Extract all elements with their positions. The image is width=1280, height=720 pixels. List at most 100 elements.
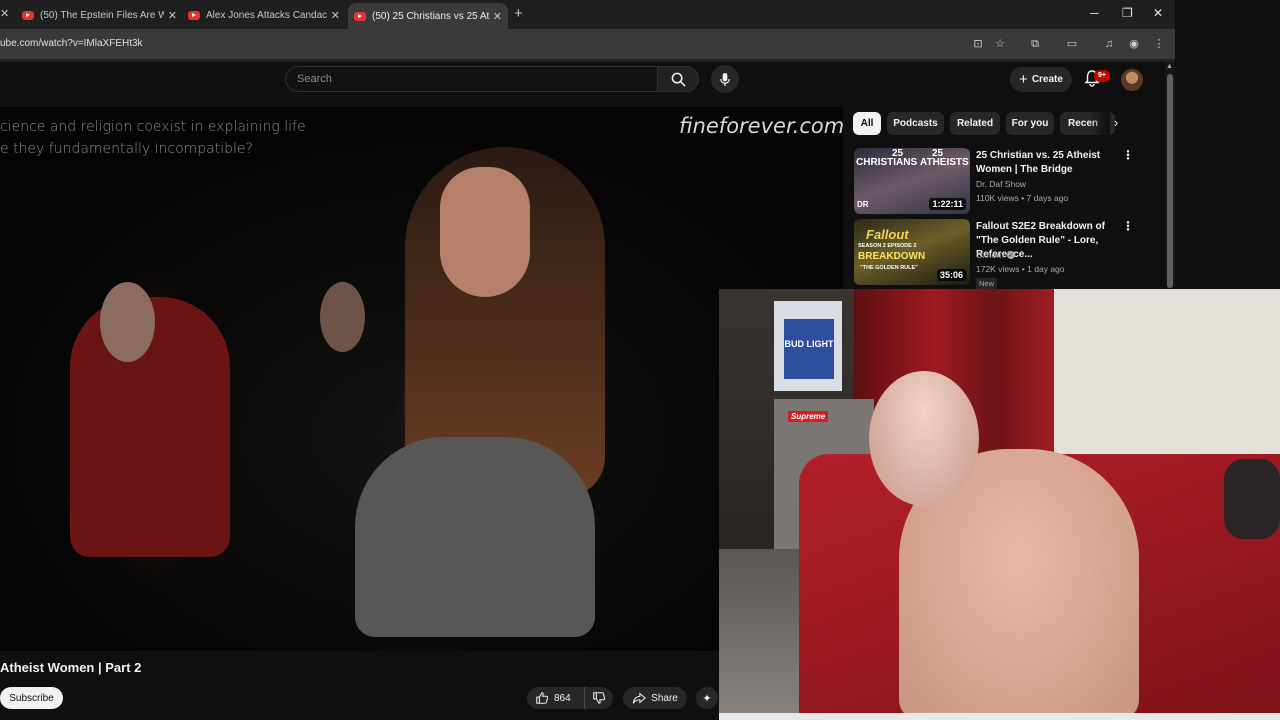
youtube-favicon-icon: [22, 10, 34, 20]
verified-check-icon: ✓: [1006, 251, 1015, 259]
tab-title: (50) 25 Christians vs 25 Atheist: [372, 10, 489, 22]
search-input[interactable]: Search: [285, 66, 658, 92]
new-badge: New: [976, 278, 998, 289]
chevron-right-icon[interactable]: ›: [1107, 113, 1125, 133]
webcam-beer-box-label: BUD LIGHT: [784, 319, 834, 379]
minimize-icon[interactable]: ─: [1090, 6, 1099, 20]
thumbnail-text: SEASON 2 EPISODE 2: [858, 243, 917, 249]
video-watermark: fineforever.com: [679, 114, 843, 138]
subscribe-button[interactable]: Subscribe: [0, 687, 63, 709]
webcam-bottom-edge: [719, 713, 1280, 720]
tab-close-icon[interactable]: ✕: [493, 10, 502, 23]
recommendation-channel[interactable]: Dr. Daf Show: [976, 179, 1026, 189]
scroll-up-arrow-icon[interactable]: ▲: [1166, 63, 1173, 70]
youtube-favicon-icon: [354, 11, 366, 21]
share-button[interactable]: Share: [623, 687, 687, 709]
like-dislike-group: 864: [527, 687, 613, 709]
plus-icon: +: [1019, 71, 1028, 88]
scrollbar-thumb[interactable]: [1167, 74, 1173, 288]
voice-search-button[interactable]: [711, 65, 739, 93]
more-options-kebab-icon[interactable]: ⋮: [1122, 219, 1134, 233]
recommendation-meta: 110K views • 7 days ago: [976, 193, 1069, 203]
video-player[interactable]: cience and religion coexist in explainin…: [0, 107, 843, 651]
box-label-text: BUD LIGHT: [784, 339, 834, 349]
tab-epstein-files[interactable]: (50) The Epstein Files Are Way ✕: [22, 4, 177, 26]
media-controls-icon[interactable]: ♫: [1102, 37, 1116, 51]
sparkle-icon: ✦: [702, 692, 712, 705]
sidebar-filter-chips: All Podcasts Related For you Recen: [853, 112, 1125, 135]
recommendation-meta: 172K views • 1 day ago: [976, 264, 1065, 274]
thumbnail-text: 25: [932, 148, 944, 159]
extensions-icon[interactable]: ⧉: [1028, 37, 1042, 51]
notification-badge: 9+: [1094, 70, 1110, 82]
webcam-overlay: BUD LIGHT Supreme: [719, 289, 1280, 720]
search-button[interactable]: [657, 66, 699, 92]
recommendation-item[interactable]: Fallout SEASON 2 EPISODE 2 BREAKDOWN "TH…: [854, 219, 1139, 289]
account-avatar[interactable]: [1121, 69, 1143, 91]
sticker-text: Supreme: [788, 411, 829, 422]
side-panel-icon[interactable]: ▭: [1065, 37, 1079, 51]
speaker-face: [440, 167, 530, 297]
address-bar: ube.com/watch?v=IMlaXFEHt3k ⊡ ☆ ⧉ ▭ ♫ ◉ …: [0, 29, 1175, 59]
chip-related[interactable]: Related: [950, 112, 1000, 135]
youtube-favicon-icon: [188, 10, 200, 20]
thumbs-up-icon: [536, 692, 549, 704]
recommendation-title[interactable]: 25 Christian vs. 25 Atheist Women | The …: [976, 149, 1122, 177]
video-duration: 1:22:11: [929, 198, 966, 210]
webcam-pillow: [1224, 459, 1280, 539]
tab-close-icon[interactable]: ✕: [331, 9, 340, 22]
channel-logo-text: DR: [857, 200, 869, 209]
menu-kebab-icon[interactable]: ⋮: [1152, 37, 1166, 51]
new-tab-icon[interactable]: +: [514, 5, 523, 22]
restore-icon[interactable]: ❐: [1122, 6, 1133, 20]
channel-name: Oxhorn: [976, 250, 1004, 260]
like-count: 864: [554, 692, 571, 704]
like-button[interactable]: 864: [527, 687, 585, 709]
create-label: Create: [1031, 74, 1063, 85]
chip-podcasts[interactable]: Podcasts: [887, 112, 944, 135]
question-line-1: cience and religion coexist in explainin…: [0, 119, 306, 135]
chip-all[interactable]: All: [853, 112, 881, 135]
install-app-icon[interactable]: ⊡: [971, 37, 985, 51]
tab-title: Alex Jones Attacks Candace Ow: [206, 9, 327, 21]
create-button[interactable]: + Create: [1010, 67, 1072, 92]
close-window-icon[interactable]: ✕: [1153, 6, 1163, 20]
webcam-wall: [1049, 289, 1280, 469]
browser-tab-bar: ✕ (50) The Epstein Files Are Way ✕ Alex …: [0, 0, 1175, 29]
tab-christians-vs-atheists[interactable]: (50) 25 Christians vs 25 Atheist ✕: [348, 3, 508, 29]
webcam-person-head: [869, 371, 979, 506]
profile-icon[interactable]: ◉: [1127, 37, 1141, 51]
thumbnail-text: BREAKDOWN: [858, 251, 926, 262]
tab-close-icon[interactable]: ✕: [168, 9, 177, 22]
thumbnail-text: Fallout: [866, 227, 909, 242]
video-duration: 35:06: [936, 269, 966, 281]
tab-close-icon[interactable]: ✕: [0, 7, 9, 20]
thumbs-down-icon: [593, 692, 606, 704]
speaker-shirt: [355, 437, 595, 637]
audience-member-head: [320, 282, 365, 352]
tab-alex-jones[interactable]: Alex Jones Attacks Candace Ow ✕: [188, 4, 340, 26]
recommendation-channel[interactable]: Oxhorn ✓: [976, 250, 1015, 260]
question-line-2: e they fundamentally incompatible?: [0, 141, 253, 157]
share-label: Share: [651, 692, 678, 704]
video-title: Atheist Women | Part 2: [0, 660, 142, 675]
more-options-kebab-icon[interactable]: ⋮: [1122, 148, 1134, 162]
search-placeholder: Search: [297, 73, 332, 85]
thumbnail-text: 25: [892, 148, 904, 159]
chip-for-you[interactable]: For you: [1006, 112, 1054, 135]
tab-title: (50) The Epstein Files Are Way: [40, 9, 164, 21]
thumbnail-text: "THE GOLDEN RULE": [860, 265, 918, 271]
video-thumbnail[interactable]: CHRISTIANS ATHEISTS 25 25 DR 1:22:11: [854, 148, 970, 214]
thumbnail-text: ATHEISTS: [920, 157, 969, 168]
video-question-overlay: cience and religion coexist in explainin…: [0, 116, 306, 160]
url-text[interactable]: ube.com/watch?v=IMlaXFEHt3k: [0, 38, 143, 49]
audience-member-head: [100, 282, 155, 362]
channel-name: Dr. Daf Show: [976, 179, 1027, 189]
dislike-button[interactable]: [585, 687, 613, 709]
ask-ai-button[interactable]: ✦: [696, 687, 718, 709]
bookmark-star-icon[interactable]: ☆: [993, 37, 1007, 51]
video-thumbnail[interactable]: Fallout SEASON 2 EPISODE 2 BREAKDOWN "TH…: [854, 219, 970, 285]
recommendation-item[interactable]: CHRISTIANS ATHEISTS 25 25 DR 1:22:11 25 …: [854, 148, 1139, 216]
microphone-icon: [720, 72, 730, 86]
thumbnail-text: CHRISTIANS: [856, 157, 918, 168]
